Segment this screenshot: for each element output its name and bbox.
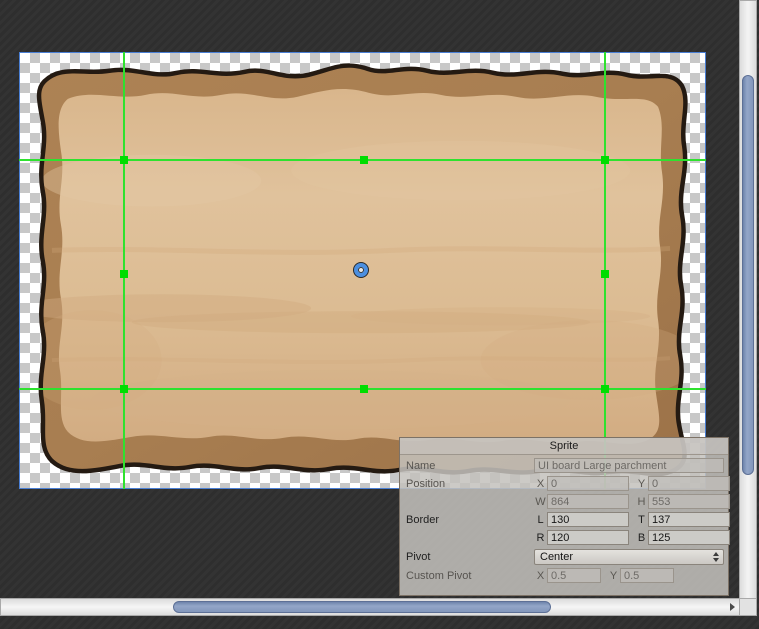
size-h-prefix: H [637, 495, 646, 508]
vertical-scrollbar-thumb[interactable] [742, 75, 754, 475]
row-name: Name UI board Large parchment [406, 457, 724, 474]
custom-pivot-x-input[interactable]: 0.5 [547, 568, 601, 583]
position-label: Position [406, 477, 446, 490]
pivot-select-group: Center [534, 548, 724, 565]
row-custom-pivot: Custom Pivot X 0.5 Y 0.5 [406, 567, 724, 584]
row-size: W 864 H 553 [406, 493, 730, 510]
custom-pivot-group: X 0.5 Y 0.5 [534, 568, 724, 583]
border-handle-bottom-center[interactable] [360, 385, 368, 393]
name-label: Name [406, 459, 436, 472]
border-top-input[interactable]: 137 [648, 512, 730, 527]
horizontal-scrollbar-thumb[interactable] [173, 601, 551, 613]
scrollbar-corner [739, 598, 757, 616]
custom-pivot-y-prefix: Y [609, 569, 618, 582]
horizontal-scrollbar[interactable] [0, 598, 741, 616]
sprite-inspector-panel[interactable]: Sprite Name UI board Large parchment Pos… [399, 437, 730, 596]
pivot-label: Pivot [406, 550, 431, 563]
border-handle-middle-right[interactable] [601, 270, 609, 278]
panel-body: Name UI board Large parchment Position X… [400, 455, 730, 584]
row-pivot: Pivot Center [406, 547, 724, 566]
row-border-lt: Border L 130 T 137 [406, 511, 730, 528]
position-x-prefix: X [536, 477, 545, 490]
border-rb-group: R 120 B 125 [534, 530, 730, 545]
size-h-input[interactable]: 553 [648, 494, 730, 509]
position-y-input[interactable]: 0 [648, 476, 730, 491]
custom-pivot-y-input[interactable]: 0.5 [620, 568, 674, 583]
size-w-input[interactable]: 864 [547, 494, 629, 509]
pivot-handle[interactable] [354, 263, 368, 277]
border-label: Border [406, 513, 440, 526]
border-handle-top-right[interactable] [601, 156, 609, 164]
border-t-prefix: T [638, 513, 645, 526]
position-x-input[interactable]: 0 [547, 476, 629, 491]
size-w-prefix: W [535, 495, 546, 508]
pivot-dropdown[interactable]: Center [534, 548, 724, 565]
border-l-prefix: L [537, 513, 544, 526]
border-b-prefix: B [637, 531, 646, 544]
vertical-scrollbar[interactable] [739, 0, 757, 612]
sprite-editor-window: Sprite Name UI board Large parchment Pos… [0, 0, 759, 629]
row-border-rb: R 120 B 125 [406, 529, 730, 546]
border-left-input[interactable]: 130 [547, 512, 629, 527]
border-lt-group: L 130 T 137 [534, 512, 730, 527]
name-field-group: UI board Large parchment [534, 458, 724, 473]
border-handle-top-center[interactable] [360, 156, 368, 164]
position-y-prefix: Y [637, 477, 646, 490]
custom-pivot-x-prefix: X [536, 569, 545, 582]
pivot-selected-value: Center [540, 550, 574, 563]
sprite-name-input[interactable]: UI board Large parchment [534, 458, 724, 473]
border-handle-bottom-right[interactable] [601, 385, 609, 393]
size-wh-group: W 864 H 553 [534, 494, 730, 509]
border-handle-middle-left[interactable] [120, 270, 128, 278]
border-handle-bottom-left[interactable] [120, 385, 128, 393]
border-handle-top-left[interactable] [120, 156, 128, 164]
position-xy-group: X 0 Y 0 [534, 476, 730, 491]
panel-title: Sprite [400, 438, 728, 455]
border-right-input[interactable]: 120 [547, 530, 629, 545]
updown-arrows-icon [713, 551, 719, 562]
row-position: Position X 0 Y 0 [406, 475, 730, 492]
custom-pivot-label: Custom Pivot [406, 569, 472, 582]
border-bottom-input[interactable]: 125 [648, 530, 730, 545]
border-r-prefix: R [536, 531, 545, 544]
scroll-right-arrow-icon[interactable] [724, 599, 740, 615]
